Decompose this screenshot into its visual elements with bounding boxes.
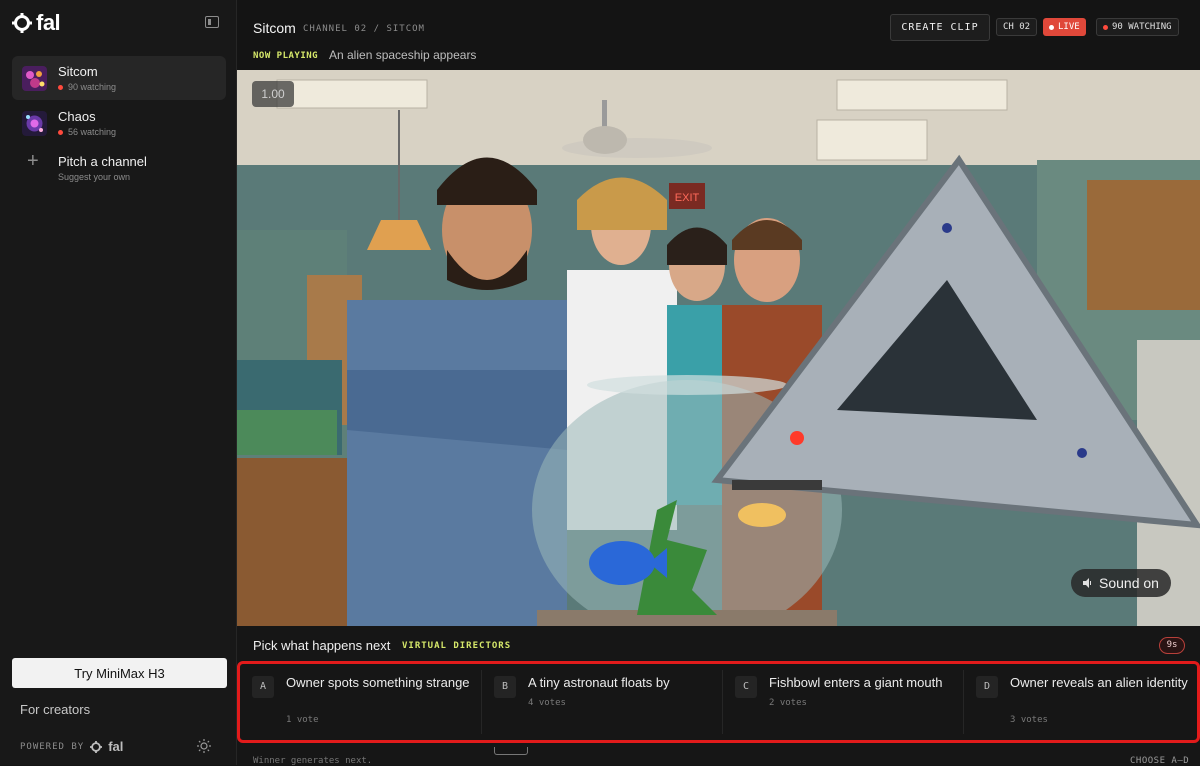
- option-votes: 1 vote: [286, 715, 319, 725]
- watching-count: 56 watching: [58, 127, 116, 137]
- virtual-directors-tag: VIRTUAL DIRECTORS: [402, 641, 512, 651]
- vote-timer-badge: 9s: [1159, 637, 1185, 654]
- sidebar-item-label: Sitcom: [58, 64, 98, 79]
- now-playing-text: An alien spaceship appears: [329, 48, 477, 62]
- sidebar-item-label: Pitch a channel: [58, 154, 147, 169]
- page-title: Sitcom: [253, 20, 296, 36]
- sitcom-channel-thumbnail: [22, 66, 47, 91]
- vote-option-c[interactable]: C Fishbowl enters a giant mouth 2 votes: [723, 664, 963, 740]
- powered-by-label: POWERED BY: [20, 741, 85, 752]
- plus-icon: +: [27, 150, 39, 172]
- fal-logo[interactable]: fal: [12, 10, 61, 35]
- option-title: Owner reveals an alien identity: [1010, 675, 1188, 690]
- sound-toggle-button[interactable]: Sound on: [1071, 569, 1171, 597]
- fal-logo-icon: [12, 13, 32, 33]
- fal-small-logo-icon: [90, 740, 103, 753]
- channel-badge: CH 02: [996, 18, 1038, 36]
- live-dot-icon: [58, 84, 63, 90]
- create-clip-button[interactable]: CREATE CLIP: [890, 14, 990, 41]
- option-title: Owner spots something strange: [286, 675, 470, 690]
- live-badge: LIVE: [1043, 18, 1086, 36]
- option-votes: 3 votes: [1010, 715, 1048, 725]
- live-dot-icon: [1049, 24, 1054, 30]
- exit-sign-text: EXIT: [675, 192, 700, 204]
- option-title: A tiny astronaut floats by: [528, 675, 670, 690]
- vote-options-list: A Owner spots something strange 1 vote B…: [237, 661, 1200, 743]
- chaos-channel-thumbnail: [22, 111, 47, 136]
- option-votes: 2 votes: [769, 698, 807, 708]
- option-letter: B: [494, 676, 516, 698]
- video-frame-image: EXIT: [237, 70, 1200, 626]
- now-playing-label: NOW PLAYING: [253, 51, 319, 61]
- for-creators-link[interactable]: For creators: [20, 702, 90, 717]
- option-letter: A: [252, 676, 274, 698]
- playback-speed-badge[interactable]: 1.00: [252, 81, 294, 107]
- channel-header: Sitcom CHANNEL 02 / SITCOM NOW PLAYING A…: [237, 0, 1200, 70]
- pitch-subtitle: Suggest your own: [58, 172, 131, 182]
- sidebar-item-chaos[interactable]: Chaos 56 watching: [12, 101, 226, 145]
- live-dot-icon: [1103, 24, 1108, 30]
- vote-option-d[interactable]: D Owner reveals an alien identity 3 vote…: [964, 664, 1197, 740]
- logo-wordmark: fal: [36, 10, 61, 35]
- sidebar: fal Sitcom 90 watching Chaos 56 watching…: [0, 0, 237, 765]
- video-player[interactable]: EXIT 1.00 Sound on: [237, 70, 1200, 626]
- channel-breadcrumb: CHANNEL 02 / SITCOM: [303, 24, 425, 34]
- vote-option-b[interactable]: B A tiny astronaut floats by 4 votes: [482, 664, 722, 740]
- voting-panel: Pick what happens next VIRTUAL DIRECTORS…: [237, 626, 1200, 766]
- watching-count: 90 watching: [58, 82, 116, 92]
- sun-icon[interactable]: [197, 739, 211, 753]
- powered-by-footer: POWERED BY fal: [20, 739, 123, 754]
- option-letter: D: [976, 676, 998, 698]
- live-dot-icon: [58, 129, 63, 135]
- scroll-handle[interactable]: [494, 747, 528, 755]
- speaker-icon: [1083, 578, 1092, 588]
- option-votes: 4 votes: [528, 698, 566, 708]
- option-letter: C: [735, 676, 757, 698]
- powered-by-brand: fal: [108, 739, 124, 754]
- vote-prompt: Pick what happens next: [253, 638, 391, 653]
- sidebar-item-sitcom[interactable]: Sitcom 90 watching: [12, 56, 226, 100]
- sidebar-item-label: Chaos: [58, 109, 96, 124]
- vote-option-a[interactable]: A Owner spots something strange 1 vote: [240, 664, 480, 740]
- watching-badge: 90 WATCHING: [1096, 18, 1179, 36]
- try-minimax-button[interactable]: Try MiniMax H3: [12, 658, 227, 688]
- option-title: Fishbowl enters a giant mouth: [769, 675, 943, 690]
- sound-label: Sound on: [1099, 575, 1159, 591]
- sidebar-item-pitch-channel[interactable]: + Pitch a channel Suggest your own: [12, 146, 226, 190]
- sidebar-collapse-icon[interactable]: [205, 16, 219, 28]
